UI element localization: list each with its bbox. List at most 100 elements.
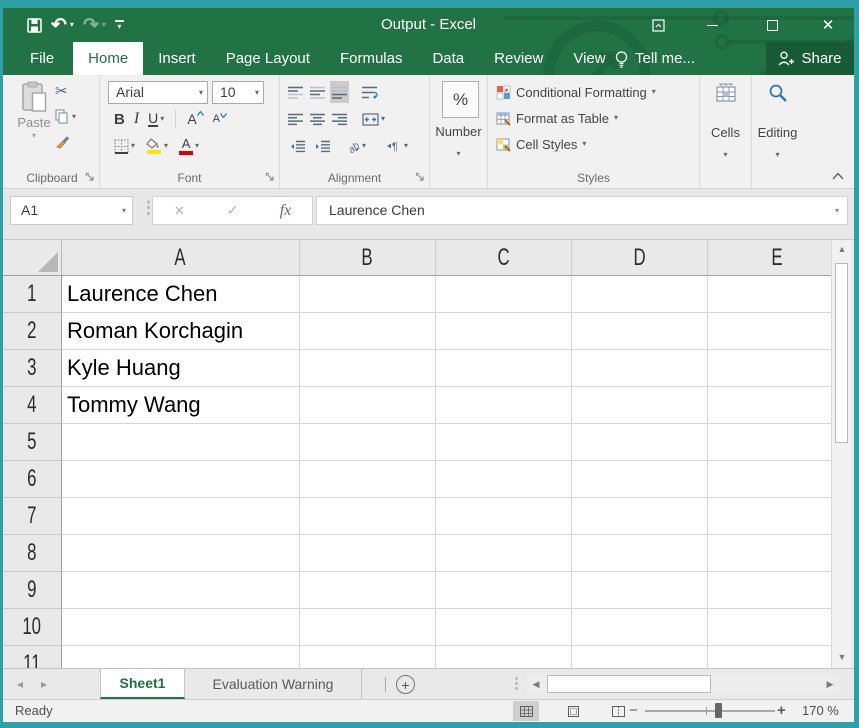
cells-button-label[interactable]: Cells xyxy=(700,125,751,140)
cell-B11[interactable] xyxy=(300,646,436,668)
paste-button[interactable]: Paste ▾ xyxy=(13,81,55,140)
bottom-align-button[interactable] xyxy=(330,81,349,103)
ribbon-display-options-button[interactable] xyxy=(637,8,679,42)
font-size-combobox[interactable]: 10 ▾ xyxy=(212,81,264,104)
cell-E9[interactable] xyxy=(708,572,831,609)
column-header-D[interactable]: D xyxy=(572,240,708,276)
scroll-left-icon[interactable]: ◀ xyxy=(527,674,545,694)
cell-A8[interactable] xyxy=(62,535,300,572)
cell-D8[interactable] xyxy=(572,535,708,572)
cell-D3[interactable] xyxy=(572,350,708,387)
cell-B3[interactable] xyxy=(300,350,436,387)
row-header-5[interactable]: 5 xyxy=(3,424,62,461)
cut-button[interactable]: ✂ xyxy=(55,83,76,100)
conditional-formatting-button[interactable]: ≠ Conditional Formatting ▾ xyxy=(496,80,656,104)
cell-B7[interactable] xyxy=(300,498,436,535)
cell-E8[interactable] xyxy=(708,535,831,572)
scroll-right-icon[interactable]: ▶ xyxy=(821,674,839,694)
editing-button-label[interactable]: Editing xyxy=(752,125,803,140)
select-all-button[interactable] xyxy=(3,240,62,276)
cell-styles-button[interactable]: Cell Styles ▾ xyxy=(496,132,586,156)
format-as-table-dropdown-icon[interactable]: ▾ xyxy=(614,114,618,122)
italic-button[interactable]: I xyxy=(132,108,141,130)
cell-E4[interactable] xyxy=(708,387,831,424)
tab-file[interactable]: File xyxy=(11,42,73,75)
format-painter-button[interactable] xyxy=(55,133,76,150)
sheet-tab-evaluation-warning[interactable]: Evaluation Warning xyxy=(185,669,362,699)
cell-E7[interactable] xyxy=(708,498,831,535)
enter-button[interactable]: ✓ xyxy=(206,197,259,224)
tab-view[interactable]: View xyxy=(558,42,620,75)
cell-styles-dropdown-icon[interactable]: ▾ xyxy=(582,140,586,148)
copy-dropdown-icon[interactable]: ▾ xyxy=(72,113,76,121)
vertical-scrollbar-thumb[interactable] xyxy=(835,263,848,443)
cell-E1[interactable] xyxy=(708,276,831,313)
align-center-button[interactable] xyxy=(308,108,327,130)
font-color-dropdown-icon[interactable]: ▾ xyxy=(195,142,199,150)
cell-D7[interactable] xyxy=(572,498,708,535)
paste-dropdown-icon[interactable]: ▾ xyxy=(32,132,36,140)
underline-dropdown-icon[interactable]: ▾ xyxy=(160,115,164,123)
copy-button[interactable]: ▾ xyxy=(55,108,76,125)
clipboard-dialog-launcher[interactable] xyxy=(85,172,95,182)
orientation-button[interactable]: ab ▾ xyxy=(344,135,368,157)
new-sheet-button[interactable]: + xyxy=(396,675,415,694)
row-header-7[interactable]: 7 xyxy=(3,498,62,535)
cell-B6[interactable] xyxy=(300,461,436,498)
column-header-B[interactable]: B xyxy=(300,240,436,276)
cell-A4[interactable]: Tommy Wang xyxy=(62,387,300,424)
insert-function-button[interactable]: fx xyxy=(259,197,312,224)
cell-C5[interactable] xyxy=(436,424,572,461)
cell-E10[interactable] xyxy=(708,609,831,646)
align-right-button[interactable] xyxy=(330,108,349,130)
row-header-11[interactable]: 11 xyxy=(3,646,62,668)
cell-D6[interactable] xyxy=(572,461,708,498)
cell-C3[interactable] xyxy=(436,350,572,387)
fill-color-button[interactable]: ▾ xyxy=(144,135,170,157)
cell-B4[interactable] xyxy=(300,387,436,424)
page-layout-view-button[interactable] xyxy=(560,701,586,721)
cell-B8[interactable] xyxy=(300,535,436,572)
page-break-preview-button[interactable] xyxy=(605,701,631,721)
expand-formula-bar-icon[interactable]: ▾ xyxy=(835,207,839,215)
cell-D4[interactable] xyxy=(572,387,708,424)
top-align-button[interactable] xyxy=(286,81,305,103)
cell-B2[interactable] xyxy=(300,313,436,350)
cells-dropdown-icon[interactable]: ▾ xyxy=(700,144,751,162)
share-button[interactable]: Share xyxy=(766,42,854,75)
underline-button[interactable]: U▾ xyxy=(146,108,166,130)
text-direction-dropdown-icon[interactable]: ▾ xyxy=(404,142,408,150)
borders-button[interactable]: ▾ xyxy=(112,135,137,157)
increase-font-size-button[interactable]: A xyxy=(185,108,205,130)
percent-style-button[interactable]: % xyxy=(442,81,479,118)
cell-D11[interactable] xyxy=(572,646,708,668)
cell-C1[interactable] xyxy=(436,276,572,313)
row-header-1[interactable]: 1 xyxy=(3,276,62,313)
tab-formulas[interactable]: Formulas xyxy=(325,42,418,75)
zoom-level[interactable]: 170 % xyxy=(802,703,839,718)
cell-A10[interactable] xyxy=(62,609,300,646)
zoom-slider-thumb[interactable] xyxy=(715,703,722,718)
cell-A3[interactable]: Kyle Huang xyxy=(62,350,300,387)
cell-B5[interactable] xyxy=(300,424,436,461)
increase-indent-button[interactable] xyxy=(313,135,332,157)
cell-A1[interactable]: Laurence Chen xyxy=(62,276,300,313)
tab-page-layout[interactable]: Page Layout xyxy=(211,42,325,75)
name-box[interactable]: A1 ▾ xyxy=(10,196,133,225)
cell-A11[interactable] xyxy=(62,646,300,668)
cell-C4[interactable] xyxy=(436,387,572,424)
cell-E11[interactable] xyxy=(708,646,831,668)
scroll-down-icon[interactable]: ▼ xyxy=(832,653,852,662)
maximize-button[interactable] xyxy=(751,8,793,42)
collapse-ribbon-button[interactable] xyxy=(832,172,844,180)
sheet-tab-sheet1[interactable]: Sheet1 xyxy=(100,669,185,699)
editing-button[interactable] xyxy=(752,83,803,103)
align-left-button[interactable] xyxy=(286,108,305,130)
font-name-dropdown-icon[interactable]: ▾ xyxy=(199,89,203,97)
cell-A5[interactable] xyxy=(62,424,300,461)
cell-E5[interactable] xyxy=(708,424,831,461)
cell-C6[interactable] xyxy=(436,461,572,498)
cell-B9[interactable] xyxy=(300,572,436,609)
previous-sheet-icon[interactable]: ◂ xyxy=(17,677,23,691)
number-dropdown-icon[interactable]: ▾ xyxy=(430,143,487,161)
